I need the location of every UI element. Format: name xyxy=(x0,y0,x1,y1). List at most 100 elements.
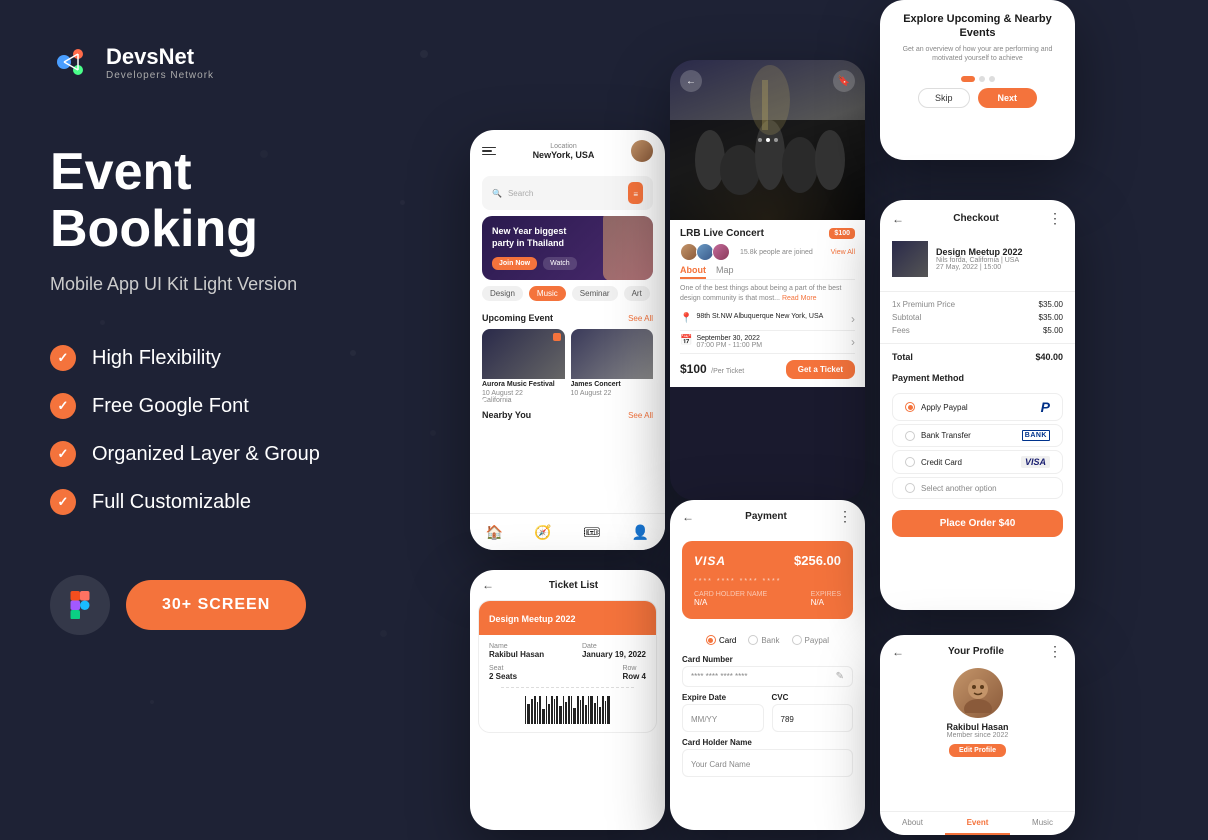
phone7-back-icon[interactable]: ← xyxy=(892,645,904,659)
feature-item-1: High Flexibility xyxy=(50,345,410,371)
card-option[interactable]: Card xyxy=(706,635,736,645)
screens-button[interactable]: 30+ SCREEN xyxy=(126,580,306,630)
view-all[interactable]: View All xyxy=(831,249,855,256)
other-radio-btn[interactable] xyxy=(905,483,915,493)
see-all-nearby[interactable]: See All xyxy=(628,411,653,420)
cat-seminar[interactable]: Seminar xyxy=(572,286,618,301)
content-wrapper: DevsNet Developers Network Event Booking… xyxy=(0,0,1208,840)
bank-radio[interactable] xyxy=(748,635,758,645)
skip-button[interactable]: Skip xyxy=(918,88,970,108)
page-title: Event Booking xyxy=(50,144,410,258)
phone6-back-icon[interactable]: ← xyxy=(892,212,904,226)
map-tab[interactable]: Map xyxy=(716,265,734,279)
phone4-more-icon[interactable]: ⋮ xyxy=(838,508,853,525)
dot-2 xyxy=(979,76,985,82)
feature-item-4: Full Customizable xyxy=(50,489,410,515)
profile-tab-event[interactable]: Event xyxy=(945,812,1010,835)
holder-name-label: Card Holder Name xyxy=(682,738,853,747)
phone2-content: LRB Live Concert $100 15.8k people are j… xyxy=(670,220,865,387)
onboarding-title: Explore Upcoming & Nearby Events xyxy=(896,12,1059,41)
concert-image: ← 🔖 xyxy=(670,60,865,220)
premium-price-label: 1x Premium Price xyxy=(892,300,955,309)
figma-button[interactable] xyxy=(50,575,110,635)
event1-name: Aurora Music Festival xyxy=(482,379,565,390)
read-more[interactable]: Read More xyxy=(782,295,817,302)
subtotal-row: Subtotal $35.00 xyxy=(880,311,1075,324)
search-bar[interactable]: 🔍 Search ≡ xyxy=(482,176,653,210)
checkout-date: 27 May, 2022 | 15:00 xyxy=(936,264,1023,271)
event-thumb-img-2 xyxy=(571,329,654,379)
phone-main-app: Location NewYork, USA 🔍 Search ≡ New Yea… xyxy=(470,130,665,550)
seat-value: 2 Seats xyxy=(489,672,517,681)
cvc-label: CVC xyxy=(772,693,854,702)
name-value: Rakibul Hasan xyxy=(489,650,544,659)
avatar-svg xyxy=(958,673,998,713)
bookmark-button[interactable]: 🔖 xyxy=(833,70,855,92)
phone7-header: ← Your Profile ⋮ xyxy=(880,635,1075,668)
logo-text: DevsNet Developers Network xyxy=(106,44,214,81)
see-all-upcoming[interactable]: See All xyxy=(628,314,653,323)
checkout-event-name: Design Meetup 2022 xyxy=(936,247,1023,257)
cat-art[interactable]: Art xyxy=(624,286,650,301)
cat-design[interactable]: Design xyxy=(482,286,523,301)
payment-method-section: Payment Method xyxy=(880,364,1075,390)
phone4-back-icon[interactable]: ← xyxy=(682,510,694,524)
date-label: Date xyxy=(582,643,646,650)
bank-icon: BANK xyxy=(1022,430,1050,441)
feature-item-3: Organized Layer & Group xyxy=(50,441,410,467)
cvc-input[interactable]: 789 xyxy=(772,704,854,732)
phone7-more-icon[interactable]: ⋮ xyxy=(1048,643,1063,660)
expire-value: MM/YY xyxy=(691,715,717,724)
profile-content: Rakibul Hasan Member since 2022 Edit Pro… xyxy=(880,668,1075,765)
search-icon: 🔍 xyxy=(492,189,502,198)
event-banner-title: New Year biggest party in Thailand xyxy=(492,226,582,249)
check-icon-1 xyxy=(50,345,76,371)
nav-ticket-icon[interactable]: 🎟 xyxy=(582,522,602,542)
bank-transfer-method[interactable]: Bank Transfer BANK xyxy=(892,424,1063,447)
phone-payment: ← Payment ⋮ VISA $256.00 **** **** **** … xyxy=(670,500,865,830)
card-radio[interactable] xyxy=(706,635,716,645)
join-now-button[interactable]: Join Now xyxy=(492,257,537,270)
logo-icon xyxy=(50,40,94,84)
other-row-content: Select another option xyxy=(905,483,997,493)
back-button[interactable]: ← xyxy=(680,70,702,92)
paypal-option[interactable]: Paypal xyxy=(792,635,829,645)
paypal-radio-btn[interactable] xyxy=(905,402,915,412)
address-row: 📍 98th St.NW Albuquerque New York, USA › xyxy=(680,308,855,331)
cat-music[interactable]: Music xyxy=(529,286,566,301)
watch-button[interactable]: Watch xyxy=(543,257,577,270)
feature-label-4: Full Customizable xyxy=(92,491,251,514)
profile-tab-about[interactable]: About xyxy=(880,812,945,835)
about-tab[interactable]: About xyxy=(680,265,706,279)
card-number-label: Card Number xyxy=(682,655,853,664)
credit-radio-btn[interactable] xyxy=(905,457,915,467)
card-number-input[interactable]: **** **** **** **** ✎ xyxy=(682,666,853,687)
next-button[interactable]: Next xyxy=(978,88,1038,108)
place-order-button[interactable]: Place Order $40 xyxy=(892,510,1063,537)
card-holder-row: CARD HOLDER NAME N/A EXPIRES N/A xyxy=(694,591,841,607)
bank-option[interactable]: Bank xyxy=(748,635,779,645)
phone6-more-icon[interactable]: ⋮ xyxy=(1048,210,1063,227)
other-method[interactable]: Select another option xyxy=(892,477,1063,499)
edit-profile-button[interactable]: Edit Profile xyxy=(949,744,1006,757)
nav-compass-icon[interactable]: 🧭 xyxy=(533,522,553,542)
date-value: January 19, 2022 xyxy=(582,650,646,659)
phone7-title: Your Profile xyxy=(948,646,1004,657)
filter-icon[interactable]: ≡ xyxy=(628,182,643,204)
credit-card-method[interactable]: Credit Card VISA xyxy=(892,450,1063,474)
ticket-event-name: Design Meetup 2022 xyxy=(489,614,576,624)
holder-name-input[interactable]: Your Card Name xyxy=(682,749,853,777)
bank-radio-btn[interactable] xyxy=(905,431,915,441)
per-ticket: /Per Ticket xyxy=(711,368,744,375)
profile-tab-music[interactable]: Music xyxy=(1010,812,1075,835)
nav-home-icon[interactable]: 🏠 xyxy=(484,522,504,542)
nav-profile-icon[interactable]: 👤 xyxy=(631,522,651,542)
expire-date-input[interactable]: MM/YY xyxy=(682,704,764,732)
paypal-radio[interactable] xyxy=(792,635,802,645)
paypal-method[interactable]: Apply Paypal P xyxy=(892,393,1063,421)
progress-dots xyxy=(896,70,1059,88)
phone3-back-icon[interactable]: ← xyxy=(482,578,494,592)
calendar-icon: 📅 xyxy=(680,335,692,346)
datetime-content: 📅 September 30, 2022 07:00 PM - 11:00 PM xyxy=(680,335,762,349)
get-ticket-button[interactable]: Get a Ticket xyxy=(786,360,855,379)
